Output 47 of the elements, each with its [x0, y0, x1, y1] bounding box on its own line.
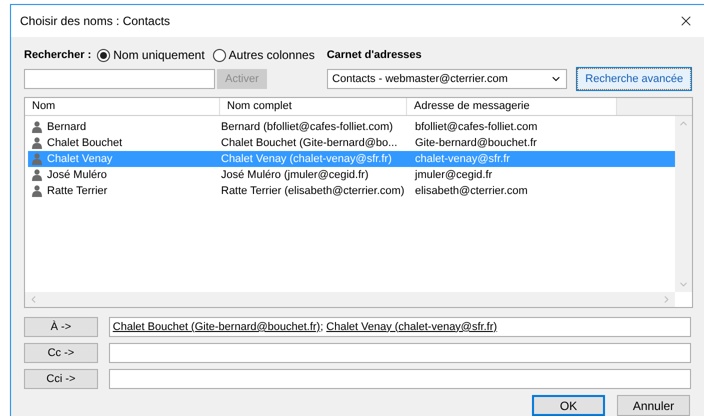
table-cell-text: Ratte Terrier (elisabeth@cterrier.com)	[221, 184, 406, 199]
table-cell-text: Gite-bernard@bouchet.fr	[415, 136, 537, 151]
table-cell-text: Chalet Bouchet	[47, 136, 122, 151]
dialog-button[interactable]: Annuler	[617, 395, 690, 416]
table-cell-text: chalet-venay@sfr.fr	[415, 152, 510, 167]
address-book-dropdown[interactable]: Contacts - webmaster@cterrier.com	[327, 69, 568, 89]
address-book-label: Carnet d'adresses	[326, 48, 422, 63]
table-cell-text: Ratte Terrier	[47, 184, 108, 199]
person-icon	[32, 137, 42, 149]
table-cell-text: jmuler@cegid.fr	[415, 168, 492, 183]
radio-option[interactable]: Nom uniquement	[97, 46, 205, 64]
recipient-field[interactable]: Chalet Bouchet (Gite-bernard@bouchet.fr); Chalet Venay (chalet-venay@sfr.fr)	[108, 317, 691, 337]
table-cell-text: Chalet Bouchet (Gite-bernard@bo...	[221, 136, 398, 151]
search-field[interactable]	[24, 69, 215, 89]
advanced-search-button[interactable]: Recherche avancée	[577, 68, 692, 90]
window-title: Choisir des noms : Contacts	[20, 13, 170, 30]
contact-row[interactable]: Bernard Bernard (bfolliet@cafes-folliet.com) bfolliet@cafes-folliet.com	[28, 119, 675, 135]
recipient-button[interactable]: Cc ->	[24, 343, 98, 363]
table-cell-text: bfolliet@cafes-folliet.com	[415, 120, 538, 135]
contact-row[interactable]: Ratte Terrier Ratte Terrier (elisabeth@cterrier.com) elisabeth@cterrier.com	[28, 183, 675, 199]
recipient-button[interactable]: À ->	[24, 317, 98, 337]
table-cell-text: José Muléro (jmuler@cegid.fr)	[221, 168, 370, 183]
contact-row[interactable]: José Muléro José Muléro (jmuler@cegid.fr) jmuler@cegid.fr	[28, 167, 675, 183]
table-cell-text: José Muléro	[47, 168, 107, 183]
recipient-field[interactable]	[108, 343, 691, 363]
horizontal-scrollbar[interactable]	[25, 292, 675, 307]
recipient-link[interactable]: Chalet Bouchet (Gite-bernard@bouchet.fr)	[112, 318, 320, 336]
table-cell-text: elisabeth@cterrier.com	[415, 184, 528, 199]
recipient-link[interactable]: Chalet Venay (chalet-venay@sfr.fr)	[326, 318, 498, 336]
contact-row[interactable]: Chalet Bouchet Chalet Bouchet (Gite-bernard@bo... Gite-bernard@bouchet.fr	[28, 135, 675, 151]
person-icon	[32, 121, 42, 133]
table-cell-text: Chalet Venay (chalet-venay@sfr.fr)	[221, 152, 393, 167]
table-cell-text: Bernard (bfolliet@cafes-folliet.com)	[221, 120, 394, 135]
person-icon	[32, 185, 42, 197]
person-icon	[32, 169, 42, 181]
separator: ;	[320, 320, 324, 335]
column-header[interactable]: Nom complet	[220, 98, 407, 115]
recipient-button[interactable]: Cci ->	[24, 369, 98, 389]
search-label: Rechercher :	[24, 48, 92, 63]
table-cell-text: Chalet Venay	[47, 152, 112, 167]
person-icon	[32, 153, 42, 165]
vertical-scrollbar[interactable]	[675, 116, 692, 292]
dialog-button[interactable]: OK	[532, 395, 605, 416]
recipient-field[interactable]	[108, 369, 691, 389]
table-cell-text: Bernard	[47, 120, 86, 135]
column-header[interactable]: Nom	[25, 98, 220, 115]
radio-option[interactable]: Autres colonnes	[212, 46, 315, 64]
